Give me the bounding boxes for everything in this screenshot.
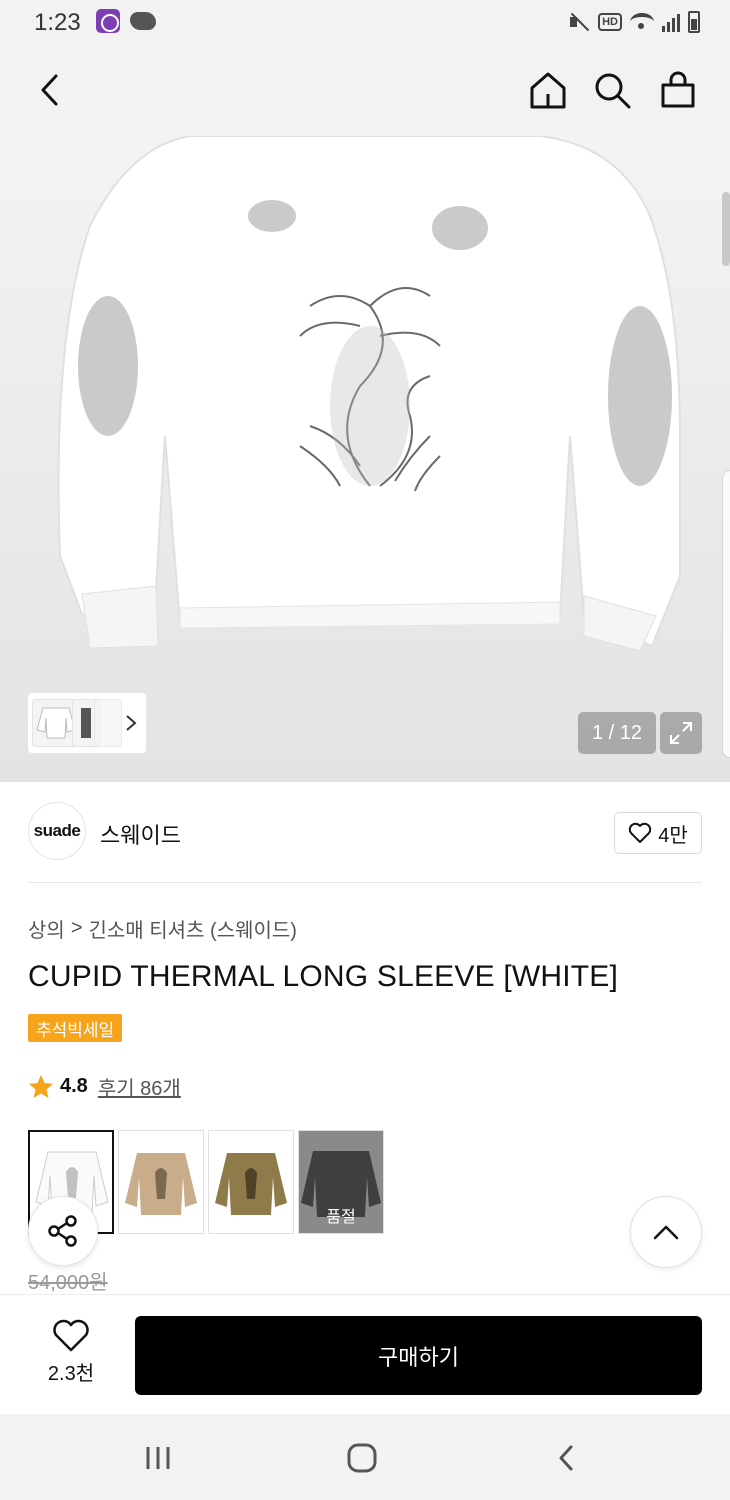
brand-name[interactable]: 스웨이드 <box>100 818 181 850</box>
product-image-carousel[interactable]: 1 / 12 <box>0 136 730 782</box>
wishlist-count: 2.3천 <box>47 1363 95 1385</box>
purchase-bar: 2.3천 구매하기 <box>0 1294 730 1414</box>
star-icon <box>29 1074 53 1098</box>
brand-like-button[interactable]: 4만 <box>614 812 702 854</box>
cart-button[interactable] <box>652 64 704 116</box>
original-price: 54,000원 <box>28 1272 108 1294</box>
page-scrollbar[interactable] <box>722 192 730 266</box>
side-panel-handle[interactable] <box>722 470 730 758</box>
home-icon <box>530 72 566 109</box>
rating-value: 4.8 <box>60 1075 88 1097</box>
battery-icon <box>688 11 700 33</box>
back-button[interactable] <box>24 64 76 116</box>
search-icon <box>595 73 631 109</box>
home-circle-icon <box>347 1443 377 1473</box>
bag-icon <box>661 71 695 108</box>
share-icon <box>48 1215 77 1247</box>
signal-icon <box>662 12 680 32</box>
expand-icon <box>670 722 692 744</box>
buy-button[interactable]: 구매하기 <box>135 1316 702 1395</box>
hd-voice-icon: HD <box>598 13 622 31</box>
color-option-black[interactable]: 품절 <box>298 1130 384 1234</box>
sale-badge: 추석빅세일 <box>28 1014 123 1042</box>
brand-logo[interactable]: suade <box>28 802 86 860</box>
option-image <box>125 1153 197 1215</box>
status-indicators: HD <box>568 9 700 35</box>
breadcrumb-category[interactable]: 상의 <box>28 914 65 943</box>
rating-row: 4.8 후기 86개 <box>28 1072 181 1101</box>
status-time: 1:23 <box>34 9 81 36</box>
heart-icon <box>53 1319 89 1352</box>
image-page-counter: 1 / 12 <box>578 712 656 754</box>
image-thumbnail[interactable] <box>94 699 122 747</box>
brand-like-count: 4만 <box>658 824 688 847</box>
brand-logo-text: suade <box>33 821 81 840</box>
back-icon <box>41 74 58 106</box>
divider <box>28 882 702 883</box>
option-image <box>215 1153 287 1215</box>
home-button[interactable] <box>522 64 574 116</box>
system-navigation-bar <box>0 1414 730 1500</box>
brand-row: suade 스웨이드 4만 <box>0 782 730 882</box>
mute-icon <box>568 12 590 32</box>
system-home-button[interactable] <box>342 1438 382 1478</box>
expand-image-button[interactable] <box>660 712 702 754</box>
top-navigation <box>0 44 730 136</box>
color-option-khaki[interactable] <box>208 1130 294 1234</box>
search-button[interactable] <box>586 64 638 116</box>
recent-apps-button[interactable] <box>138 1438 178 1478</box>
share-button[interactable] <box>28 1196 98 1266</box>
back-icon <box>559 1445 573 1471</box>
system-back-button[interactable] <box>546 1438 586 1478</box>
recents-icon <box>146 1447 170 1469</box>
review-link[interactable]: 후기 86개 <box>98 1072 181 1101</box>
status-bar: 1:23 HD <box>0 0 730 44</box>
heart-icon <box>629 822 652 843</box>
breadcrumb: 상의 > 긴소매 티셔츠 (스웨이드) <box>28 914 297 943</box>
chevron-right-icon <box>126 715 137 731</box>
chevron-up-icon <box>653 1225 679 1240</box>
image-thumbnail-strip[interactable] <box>28 693 146 753</box>
product-title: CUPID THERMAL LONG SLEEVE [WHITE] <box>28 960 619 993</box>
app-notification-icon <box>96 9 120 33</box>
product-image <box>57 136 681 652</box>
breadcrumb-subcategory[interactable]: 긴소매 티셔츠 (스웨이드) <box>89 914 297 943</box>
wifi-icon <box>630 13 654 31</box>
chat-notification-icon <box>130 12 156 30</box>
color-option-beige[interactable] <box>118 1130 204 1234</box>
wishlist-button[interactable]: 2.3천 <box>30 1319 112 1391</box>
soldout-label: 품절 <box>326 1209 356 1226</box>
scroll-to-top-button[interactable] <box>630 1196 702 1268</box>
breadcrumb-separator: > <box>70 917 83 939</box>
